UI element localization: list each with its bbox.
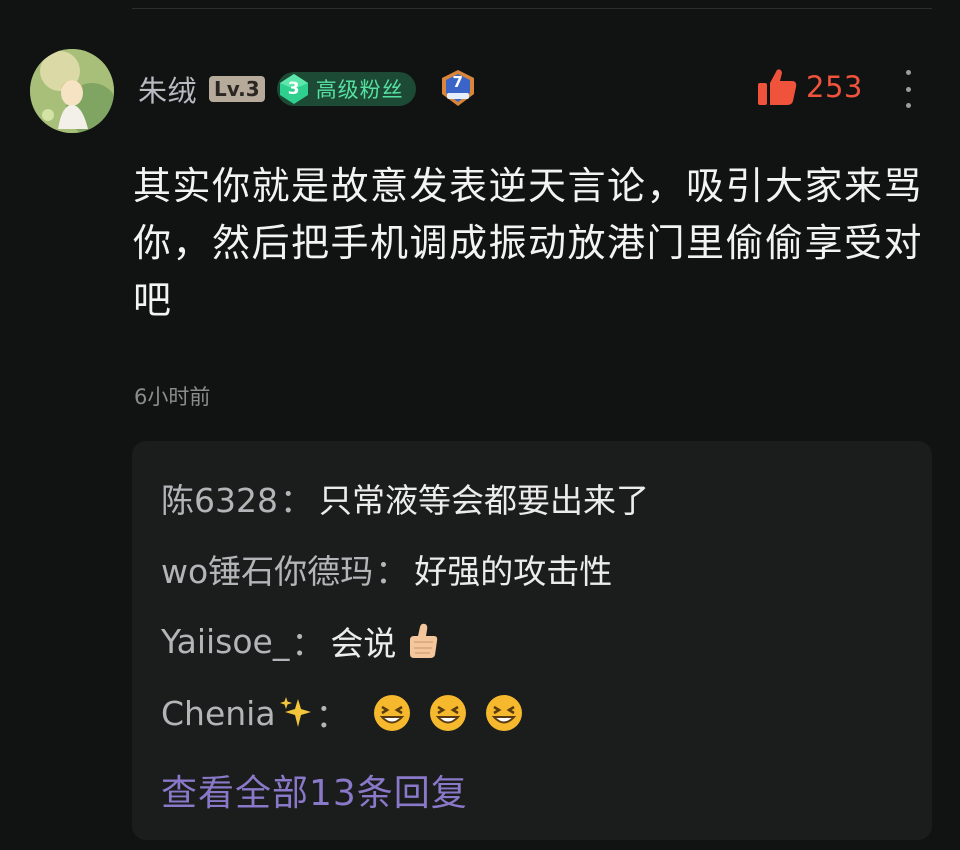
reply-text: 好强的攻击性 [414, 552, 613, 591]
reply-text: 只常液等会都要出来了 [318, 481, 649, 520]
sparkles-emoji [278, 695, 314, 731]
reply-separator: ： [375, 552, 409, 591]
reply-separator: ： [315, 696, 349, 735]
comment-text: 其实你就是故意发表逆天言论，吸引大家来骂你，然后把手机调成振动放港门里偷偷享受对… [133, 164, 924, 322]
thumbs-up-icon [756, 66, 798, 108]
comment-timestamp: 6小时前 [134, 385, 211, 409]
medal-number: 7 [452, 73, 463, 91]
medal-icon[interactable]: 7 [438, 69, 478, 109]
reply-separator: ： [279, 481, 313, 520]
fan-badge-label: 高级粉丝 [315, 78, 404, 102]
view-all-replies-link[interactable]: 查看全部13条回复 [161, 764, 468, 816]
top-divider [132, 8, 932, 9]
username[interactable]: 朱绒 [138, 68, 197, 110]
fan-badge[interactable]: 3 高级粉丝 [276, 72, 416, 106]
more-vertical-icon[interactable] [898, 70, 918, 108]
laughing-face-emoji [485, 694, 523, 732]
like-count: 253 [806, 70, 863, 104]
reply-preview-box[interactable]: 陈6328 ： 只常液等会都要出来了 wo锤石你德玛 ： 好强的攻击性 Yaii… [132, 441, 932, 840]
reply-author[interactable]: Chenia [161, 694, 276, 733]
reply-author[interactable]: 陈6328 [161, 474, 278, 522]
reply-item[interactable]: Chenia ： [161, 689, 523, 737]
user-avatar[interactable] [30, 49, 114, 133]
like-button[interactable]: 253 [756, 66, 863, 108]
reply-text: 会说 [330, 624, 397, 663]
fan-badge-level: 3 [287, 79, 300, 99]
comment-header: 朱绒 Lv.3 3 高级粉丝 7 [138, 68, 478, 110]
reply-separator: ： [291, 624, 325, 663]
reply-item[interactable]: 陈6328 ： 只常液等会都要出来了 [161, 474, 649, 522]
reply-item[interactable]: Yaiisoe_ ： 会说 [161, 617, 440, 665]
reply-author[interactable]: wo锤石你德玛 [161, 545, 373, 593]
thumbs-up-emoji [406, 622, 440, 660]
reply-author[interactable]: Yaiisoe_ [161, 622, 289, 661]
laughing-face-emoji [373, 694, 411, 732]
level-badge: Lv.3 [209, 76, 265, 102]
fan-gem-icon: 3 [277, 72, 311, 106]
reply-item[interactable]: wo锤石你德玛 ： 好强的攻击性 [161, 545, 612, 593]
laughing-face-emoji [429, 694, 467, 732]
